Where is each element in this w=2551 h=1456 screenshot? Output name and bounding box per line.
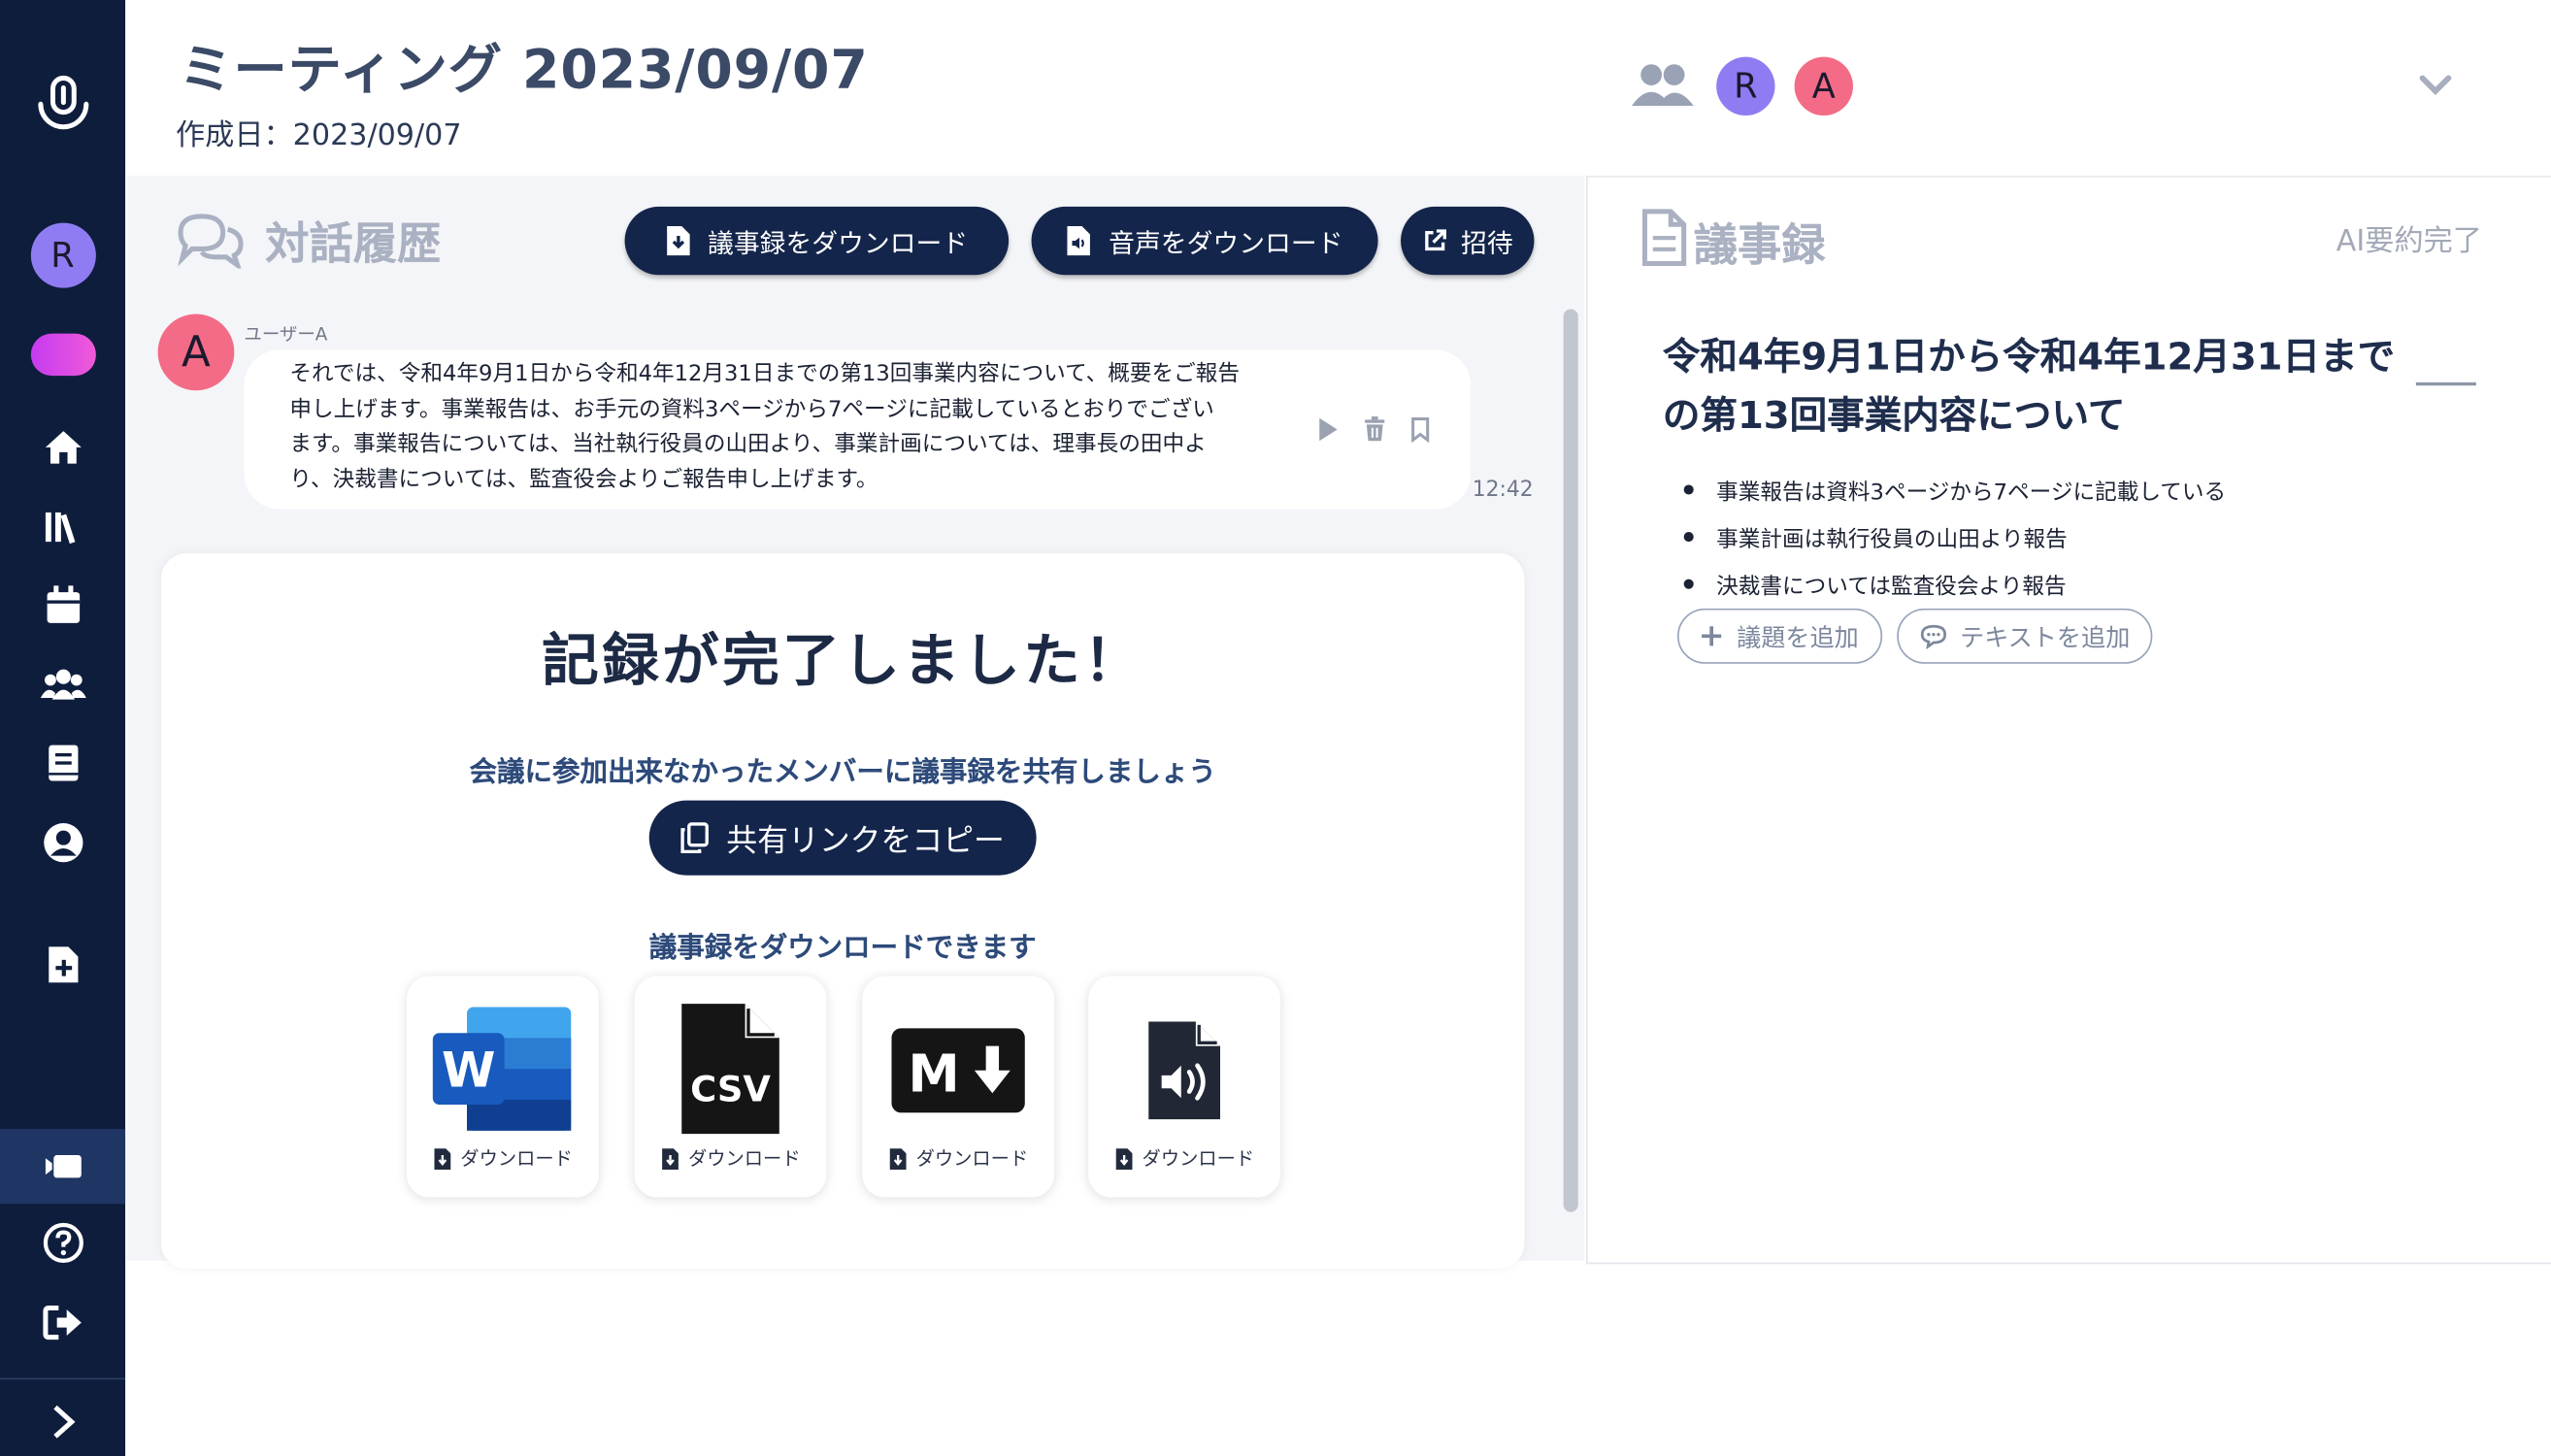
summary-topic-line: の第13回事業内容について bbox=[1662, 395, 2126, 438]
invite-label: 招待 bbox=[1461, 227, 1513, 259]
book-icon[interactable] bbox=[0, 734, 125, 792]
new-document-icon[interactable] bbox=[0, 936, 125, 994]
chevron-down-icon[interactable] bbox=[2418, 73, 2454, 96]
download-prompt: 議事録をダウンロードできます bbox=[648, 932, 1037, 965]
csv-glyph: CSV bbox=[690, 1069, 771, 1110]
participant-avatar-r[interactable]: R bbox=[1716, 56, 1775, 116]
download-word-tile[interactable]: W ダウンロード bbox=[407, 976, 599, 1198]
play-icon[interactable] bbox=[1316, 416, 1339, 443]
sidebar-divider bbox=[0, 1377, 126, 1380]
avatar-initial: R bbox=[30, 222, 96, 288]
user-avatar[interactable]: R bbox=[0, 222, 125, 288]
download-minutes-button[interactable]: 議事録をダウンロード bbox=[624, 206, 1010, 276]
download-label-text: ダウンロード bbox=[687, 1146, 801, 1171]
download-label-text: ダウンロード bbox=[460, 1146, 573, 1171]
scrollbar[interactable] bbox=[1563, 309, 1578, 1212]
team-icon[interactable] bbox=[0, 655, 125, 713]
summary-bullet[interactable]: 決裁書については監査役会より報告 bbox=[1679, 560, 2227, 608]
message-line: 申し上げます。事業報告は、お手元の資料3ページから7ページに記載しているとおりで… bbox=[289, 396, 1214, 423]
add-text-button[interactable]: テキストを追加 bbox=[1897, 608, 2153, 664]
audio-file-icon bbox=[1147, 1020, 1222, 1121]
bookmark-icon[interactable] bbox=[1410, 416, 1430, 443]
trash-icon[interactable] bbox=[1363, 416, 1385, 443]
mode-toggle[interactable] bbox=[0, 330, 125, 379]
summary-topic-line: 令和4年9月1日から令和4年12月31日まで bbox=[1662, 336, 2396, 380]
audio-file-icon bbox=[1068, 225, 1091, 256]
meeting-record-icon[interactable] bbox=[0, 1129, 126, 1205]
markdown-icon: M bbox=[891, 1028, 1025, 1113]
message-line: り、決裁書については、監査役会よりご報告申し上げます。 bbox=[289, 466, 878, 493]
invite-button[interactable]: 招待 bbox=[1401, 206, 1535, 276]
copy-share-link-button[interactable]: 共有リンクをコピー bbox=[648, 800, 1037, 876]
summary-bullets: 事業報告は資料3ページから7ページに記載している 事業計画は執行役員の山田より報… bbox=[1679, 465, 2227, 608]
message-line: ます。事業報告については、当社執行役員の山田より、事業計画については、理事長の田… bbox=[289, 431, 1207, 458]
calendar-icon[interactable] bbox=[0, 576, 125, 634]
help-icon[interactable] bbox=[0, 1213, 125, 1272]
download-label-text: ダウンロード bbox=[915, 1146, 1029, 1171]
page-title: ミーティング 2023/09/07 bbox=[179, 37, 869, 101]
speaker-name: ユーザーA bbox=[244, 323, 328, 346]
library-icon[interactable] bbox=[0, 498, 125, 556]
word-glyph: W bbox=[442, 1042, 495, 1099]
download-minutes-label: 議事録をダウンロード bbox=[708, 227, 969, 259]
download-audio-tile[interactable]: ダウンロード bbox=[1088, 976, 1281, 1198]
add-topic-label: 議題を追加 bbox=[1737, 622, 1859, 652]
plus-icon bbox=[1702, 626, 1723, 646]
word-icon: W bbox=[431, 1004, 574, 1134]
completion-title: 記録が完了しました！ bbox=[542, 629, 1144, 695]
add-text-label: テキストを追加 bbox=[1960, 622, 2131, 652]
app-logo-icon[interactable] bbox=[0, 72, 125, 137]
created-date: 作成日：2023/09/07 bbox=[176, 118, 462, 153]
expand-sidebar-icon[interactable] bbox=[0, 1393, 125, 1451]
message-text: それでは、令和4年9月1日から令和4年12月31日までの第13回事業内容について… bbox=[289, 358, 1298, 499]
conversation-heading: 対話履歴 bbox=[265, 219, 442, 271]
share-prompt: 会議に参加出来なかったメンバーに議事録を共有しましょう bbox=[469, 756, 1216, 789]
download-label: ダウンロード bbox=[635, 1145, 827, 1172]
account-icon[interactable] bbox=[0, 813, 125, 872]
minutes-heading: 議事録 bbox=[1693, 220, 1826, 272]
participant-avatar-a[interactable]: A bbox=[1794, 56, 1853, 116]
toggle-switch[interactable] bbox=[30, 333, 96, 377]
copy-share-link-label: 共有リンクをコピー bbox=[726, 822, 1005, 859]
download-audio-button[interactable]: 音声をダウンロード bbox=[1031, 206, 1378, 276]
document-icon bbox=[1641, 209, 1687, 267]
home-icon[interactable] bbox=[0, 418, 125, 477]
download-csv-tile[interactable]: CSV ダウンロード bbox=[634, 976, 827, 1198]
summary-topic[interactable]: 令和4年9月1日から令和4年12月31日まで の第13回事業内容について bbox=[1663, 329, 2411, 447]
download-label: ダウンロード bbox=[1088, 1145, 1280, 1172]
external-link-icon bbox=[1425, 229, 1446, 251]
copy-icon bbox=[681, 822, 710, 854]
summary-bullet[interactable]: 事業報告は資料3ページから7ページに記載している bbox=[1679, 465, 2226, 513]
message-line: それでは、令和4年9月1日から令和4年12月31日までの第13回事業内容について… bbox=[289, 361, 1240, 387]
message-time: 12:42 bbox=[1472, 478, 1534, 503]
markdown-glyph: M bbox=[908, 1043, 959, 1105]
logout-icon[interactable] bbox=[0, 1293, 125, 1351]
file-download-icon bbox=[667, 225, 690, 256]
download-label-text: ダウンロード bbox=[1142, 1146, 1255, 1171]
download-label: ダウンロード bbox=[862, 1145, 1054, 1172]
add-topic-button[interactable]: 議題を追加 bbox=[1676, 608, 1883, 664]
download-label: ダウンロード bbox=[407, 1145, 599, 1172]
chat-bubbles-icon bbox=[174, 210, 246, 269]
topic-divider bbox=[2415, 381, 2476, 386]
ai-summary-status: AI要約完了 bbox=[2336, 224, 2482, 259]
comment-icon bbox=[1920, 624, 1946, 649]
participants-icon[interactable] bbox=[1629, 60, 1697, 109]
speaker-avatar: A bbox=[157, 314, 235, 391]
download-audio-label: 音声をダウンロード bbox=[1109, 227, 1343, 259]
download-markdown-tile[interactable]: M ダウンロード bbox=[862, 976, 1055, 1198]
sidebar: R bbox=[0, 0, 126, 1456]
csv-icon: CSV bbox=[680, 1002, 781, 1135]
summary-bullet[interactable]: 事業計画は執行役員の山田より報告 bbox=[1679, 513, 2227, 560]
